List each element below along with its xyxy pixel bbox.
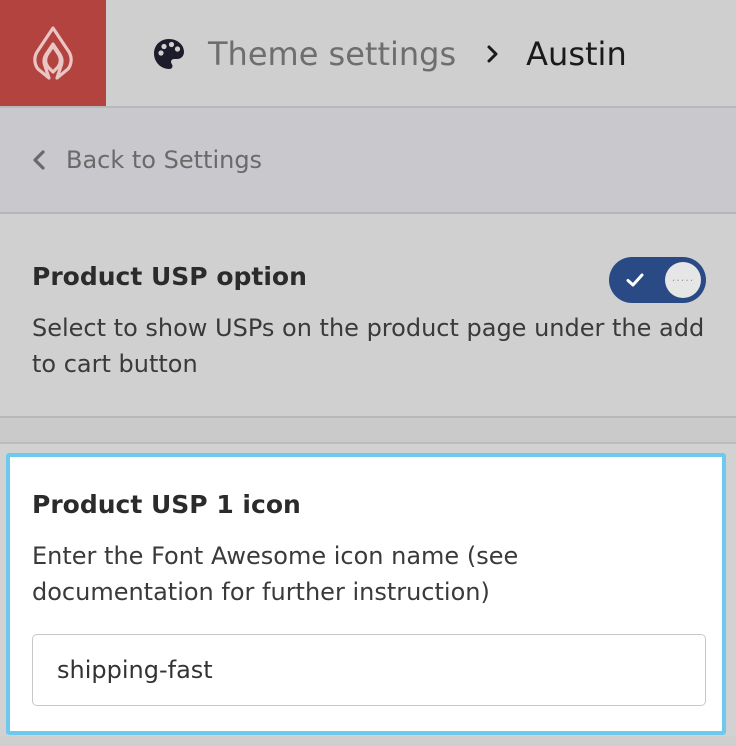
- lightspeed-flame-icon: [33, 26, 73, 80]
- chevron-right-icon: [487, 45, 498, 63]
- palette-icon: [154, 39, 184, 69]
- section-divider: [0, 418, 736, 444]
- back-to-settings-link[interactable]: Back to Settings: [30, 138, 262, 182]
- product-usp-1-icon-heading: Product USP 1 icon: [32, 490, 301, 519]
- back-to-settings-label: Back to Settings: [66, 146, 263, 174]
- brand-logo[interactable]: [0, 0, 106, 106]
- breadcrumb-current: Austin: [526, 35, 627, 73]
- product-usp-option-toggle[interactable]: ·····: [609, 257, 706, 303]
- breadcrumb: Theme settings Austin: [152, 30, 627, 78]
- product-usp-1-icon-description: Enter the Font Awesome icon name (see do…: [32, 542, 519, 606]
- toggle-knob: ·····: [665, 262, 701, 298]
- product-usp-option-heading: Product USP option: [32, 262, 307, 291]
- bottom-strip: [0, 736, 736, 746]
- product-usp-1-icon-input[interactable]: [32, 634, 706, 706]
- chevron-left-icon: [33, 150, 45, 170]
- breadcrumb-parent[interactable]: Theme settings: [208, 35, 456, 73]
- checkmark-icon: [626, 273, 644, 287]
- product-usp-option-description: Select to show USPs on the product page …: [32, 314, 705, 378]
